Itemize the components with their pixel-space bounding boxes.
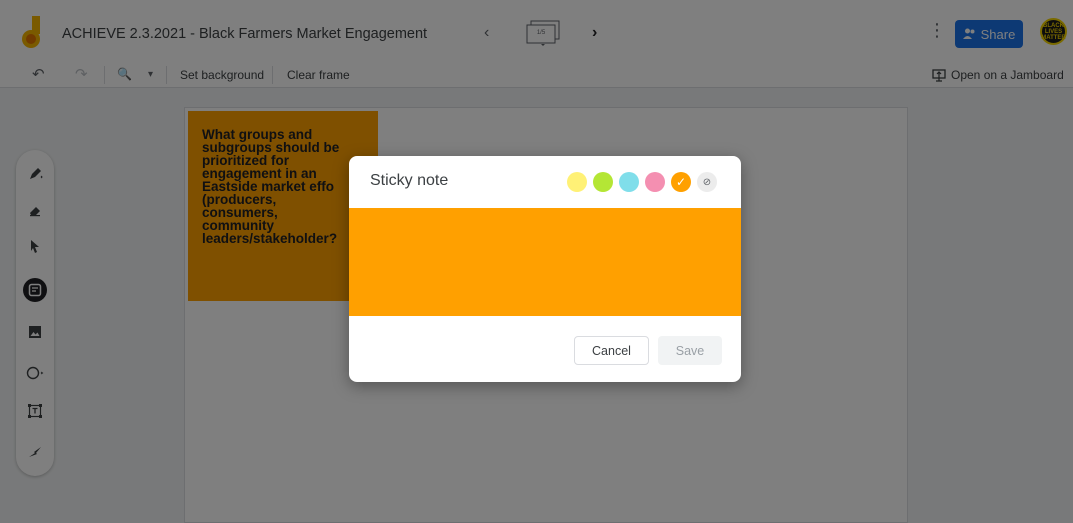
swatch-transparent[interactable]: ⊘ xyxy=(697,172,717,192)
dialog-title: Sticky note xyxy=(370,172,449,189)
sticky-note-text-input[interactable] xyxy=(349,208,741,316)
swatch-orange[interactable]: ✓ xyxy=(671,172,691,192)
swatch-yellow[interactable] xyxy=(567,172,587,192)
swatch-green[interactable] xyxy=(593,172,613,192)
save-button[interactable]: Save xyxy=(658,336,722,365)
color-swatches: ✓ ⊘ xyxy=(567,172,717,192)
cancel-button[interactable]: Cancel xyxy=(574,336,649,365)
swatch-blue[interactable] xyxy=(619,172,639,192)
swatch-pink[interactable] xyxy=(645,172,665,192)
sticky-note-dialog: Sticky note ✓ ⊘ Cancel Save xyxy=(349,156,741,382)
